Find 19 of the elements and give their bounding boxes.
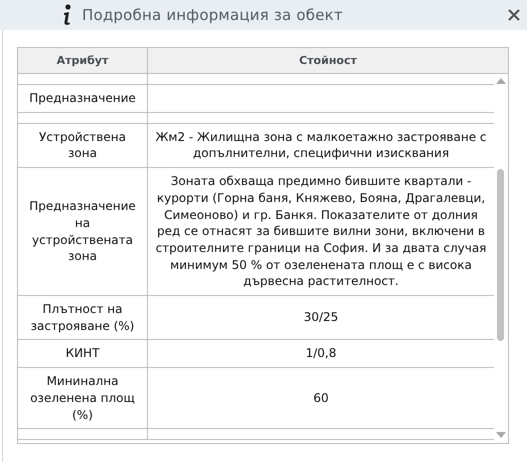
scroll-down-icon[interactable] <box>496 432 506 438</box>
column-header: Атрибут <box>56 53 110 69</box>
value-cell: 60 <box>313 390 329 407</box>
attribute-cell-text: Устройствена зона <box>38 128 127 162</box>
value-cell: 30/25 <box>304 309 338 326</box>
attribute-cell: Предназначение <box>29 90 136 107</box>
window-title: Подробна информация за обект <box>82 6 344 24</box>
attribute-cell-text: Предназначение на устройствената зона <box>28 198 137 265</box>
attribute-cell: КИНТ <box>66 345 100 362</box>
column-header: Стойност <box>147 48 508 73</box>
value-cell: 1/0,8 <box>306 345 336 362</box>
value-cell-text: Зоната обхваща предимно бившите квартали - курорти (Горна баня, Княжево, Бояна, Драгалевци, Симеоново) и гр. Банкя. Показателите от долния ред се отнасят за бившите вилни зони, включени в строителните граници на София. И за двата случая минимум 50 % от озеленената площ е с висока дървесна растителност. <box>154 173 488 290</box>
scroll-up-icon[interactable] <box>496 78 506 84</box>
attribute-cell-text: Мининална озеленена площ (%) <box>29 373 136 424</box>
close-icon[interactable] <box>507 8 521 22</box>
info-icon <box>62 4 72 26</box>
scroll-thumb[interactable] <box>497 169 504 341</box>
value-cell-text: Жм2 - Жилищна зона с малкоетажно застрояване с допълнителни, специфични изисквания <box>154 128 488 162</box>
attribute-cell-text: Плътност на застрояване (%) <box>30 301 136 334</box>
